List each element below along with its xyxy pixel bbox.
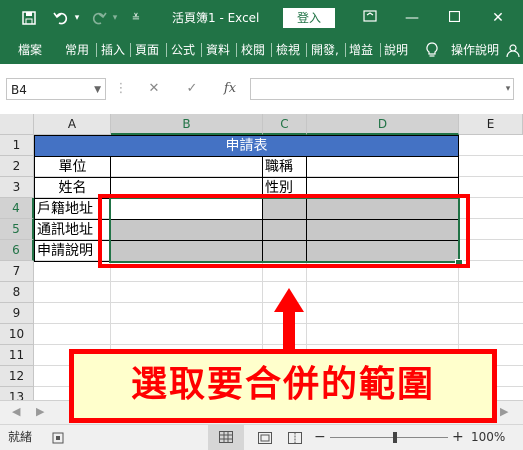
row-header-12[interactable]: 12 xyxy=(0,366,34,387)
ribbon-display-options-icon[interactable] xyxy=(350,0,390,36)
tab-help[interactable]: 說明 xyxy=(384,36,408,64)
cancel-icon[interactable]: ✕ xyxy=(140,78,168,100)
window-title: 活頁簿1 - Excel xyxy=(172,11,260,25)
row-header-3[interactable]: 3 xyxy=(0,177,34,198)
share-icon[interactable] xyxy=(506,36,520,64)
undo-dropdown-icon[interactable]: ▾ xyxy=(71,0,83,36)
row-header-5[interactable]: 5 xyxy=(0,219,34,240)
tab-divider xyxy=(380,43,381,57)
row-header-6[interactable]: 6 xyxy=(0,240,34,261)
name-box-value: B4 xyxy=(11,83,27,97)
zoom-slider-thumb[interactable] xyxy=(393,432,397,443)
column-header-e[interactable]: E xyxy=(459,114,523,135)
tell-me-search[interactable]: 操作說明 xyxy=(451,36,499,64)
tab-data[interactable]: 資料 xyxy=(206,36,230,64)
tab-divider xyxy=(201,43,202,57)
row-header-9[interactable]: 9 xyxy=(0,303,34,324)
normal-view-button[interactable] xyxy=(208,425,244,450)
lightbulb-icon[interactable] xyxy=(426,36,438,64)
hscroll-right-icon[interactable]: ▶ xyxy=(500,405,508,418)
gridline xyxy=(34,281,523,282)
zoom-slider-track[interactable] xyxy=(330,437,448,438)
undo-icon[interactable] xyxy=(50,0,72,36)
row-header-7[interactable]: 7 xyxy=(0,261,34,282)
tab-page-layout[interactable]: 頁面 xyxy=(135,36,159,64)
sign-in-button[interactable]: 登入 xyxy=(283,8,335,28)
redo-icon[interactable] xyxy=(88,0,110,36)
scroll-right-icon[interactable]: ▶ xyxy=(36,405,44,418)
tab-addins[interactable]: 增益 xyxy=(349,36,373,64)
tab-divider xyxy=(271,43,272,57)
tab-home[interactable]: 常用 xyxy=(65,36,89,64)
cell-d2[interactable] xyxy=(306,156,459,178)
column-header-c[interactable]: C xyxy=(263,114,307,135)
tab-divider xyxy=(166,43,167,57)
maximize-icon[interactable] xyxy=(434,0,474,36)
minimize-icon[interactable]: — xyxy=(392,0,432,36)
close-icon[interactable]: ✕ xyxy=(478,0,518,36)
status-ready: 就緒 xyxy=(8,430,33,444)
page-break-view-icon[interactable] xyxy=(288,425,302,450)
cell-a2[interactable]: 單位 xyxy=(34,156,111,178)
enter-icon[interactable]: ✓ xyxy=(178,78,206,100)
redo-dropdown-icon[interactable]: ▾ xyxy=(109,0,121,36)
scroll-left-icon[interactable]: ◀ xyxy=(12,405,20,418)
tab-divider xyxy=(306,43,307,57)
tab-divider xyxy=(96,43,97,57)
zoom-level[interactable]: 100% xyxy=(471,425,505,450)
customize-toolbar-icon[interactable]: ≚ xyxy=(128,0,144,36)
name-box[interactable]: B4 ▼ xyxy=(6,78,106,100)
row-header-8[interactable]: 8 xyxy=(0,282,34,303)
insert-function-icon[interactable]: fx xyxy=(216,78,244,100)
tab-formulas[interactable]: 公式 xyxy=(171,36,195,64)
column-header-b[interactable]: B xyxy=(111,114,263,135)
column-header-a[interactable]: A xyxy=(34,114,111,135)
row-header-11[interactable]: 11 xyxy=(0,345,34,366)
tab-insert[interactable]: 插入 xyxy=(101,36,125,64)
macro-record-icon[interactable] xyxy=(52,425,64,450)
tab-divider xyxy=(345,43,346,57)
column-header-d[interactable]: D xyxy=(307,114,459,135)
highlight-box xyxy=(98,194,470,268)
tab-divider xyxy=(130,43,131,57)
row-header-1[interactable]: 1 xyxy=(0,135,34,156)
form-title-cell[interactable]: 申請表 xyxy=(34,135,459,157)
title-bar: ▾ ▾ ≚ 活頁簿1 - Excel 登入 — ✕ xyxy=(0,0,523,36)
status-bar: 就緒 − + 100% xyxy=(0,424,523,450)
row-header-10[interactable]: 10 xyxy=(0,324,34,345)
row-header-4[interactable]: 4 xyxy=(0,198,34,219)
annotation-callout: 選取要合併的範圍 xyxy=(69,349,497,423)
row-header-2[interactable]: 2 xyxy=(0,156,34,177)
more-options-icon: ⋮ xyxy=(114,81,128,96)
zoom-in-button[interactable]: + xyxy=(452,425,464,450)
select-all-corner[interactable] xyxy=(0,114,34,135)
tab-review[interactable]: 校閱 xyxy=(241,36,265,64)
zoom-out-button[interactable]: − xyxy=(314,425,326,450)
cell-b2[interactable] xyxy=(110,156,263,178)
tab-developer[interactable]: 開發, xyxy=(311,36,339,64)
page-layout-view-icon[interactable] xyxy=(258,425,272,450)
tab-divider xyxy=(236,43,237,57)
arrow-up-icon xyxy=(274,288,304,352)
ribbon-tabs: 檔案 常用 插入 頁面 公式 資料 校閱 檢視 開發, 增益 說明 操作說明 xyxy=(0,36,523,64)
tab-file[interactable]: 檔案 xyxy=(18,36,42,64)
chevron-down-icon[interactable]: ▼ xyxy=(94,79,101,101)
formula-bar: B4 ▼ ⋮ ✕ ✓ fx ▾ xyxy=(0,64,523,114)
expand-formula-bar-icon[interactable]: ▾ xyxy=(500,78,516,100)
formula-input[interactable] xyxy=(250,78,514,100)
cell-c2[interactable]: 職稱 xyxy=(262,156,307,178)
save-icon[interactable] xyxy=(18,0,40,36)
tab-view[interactable]: 檢視 xyxy=(276,36,300,64)
